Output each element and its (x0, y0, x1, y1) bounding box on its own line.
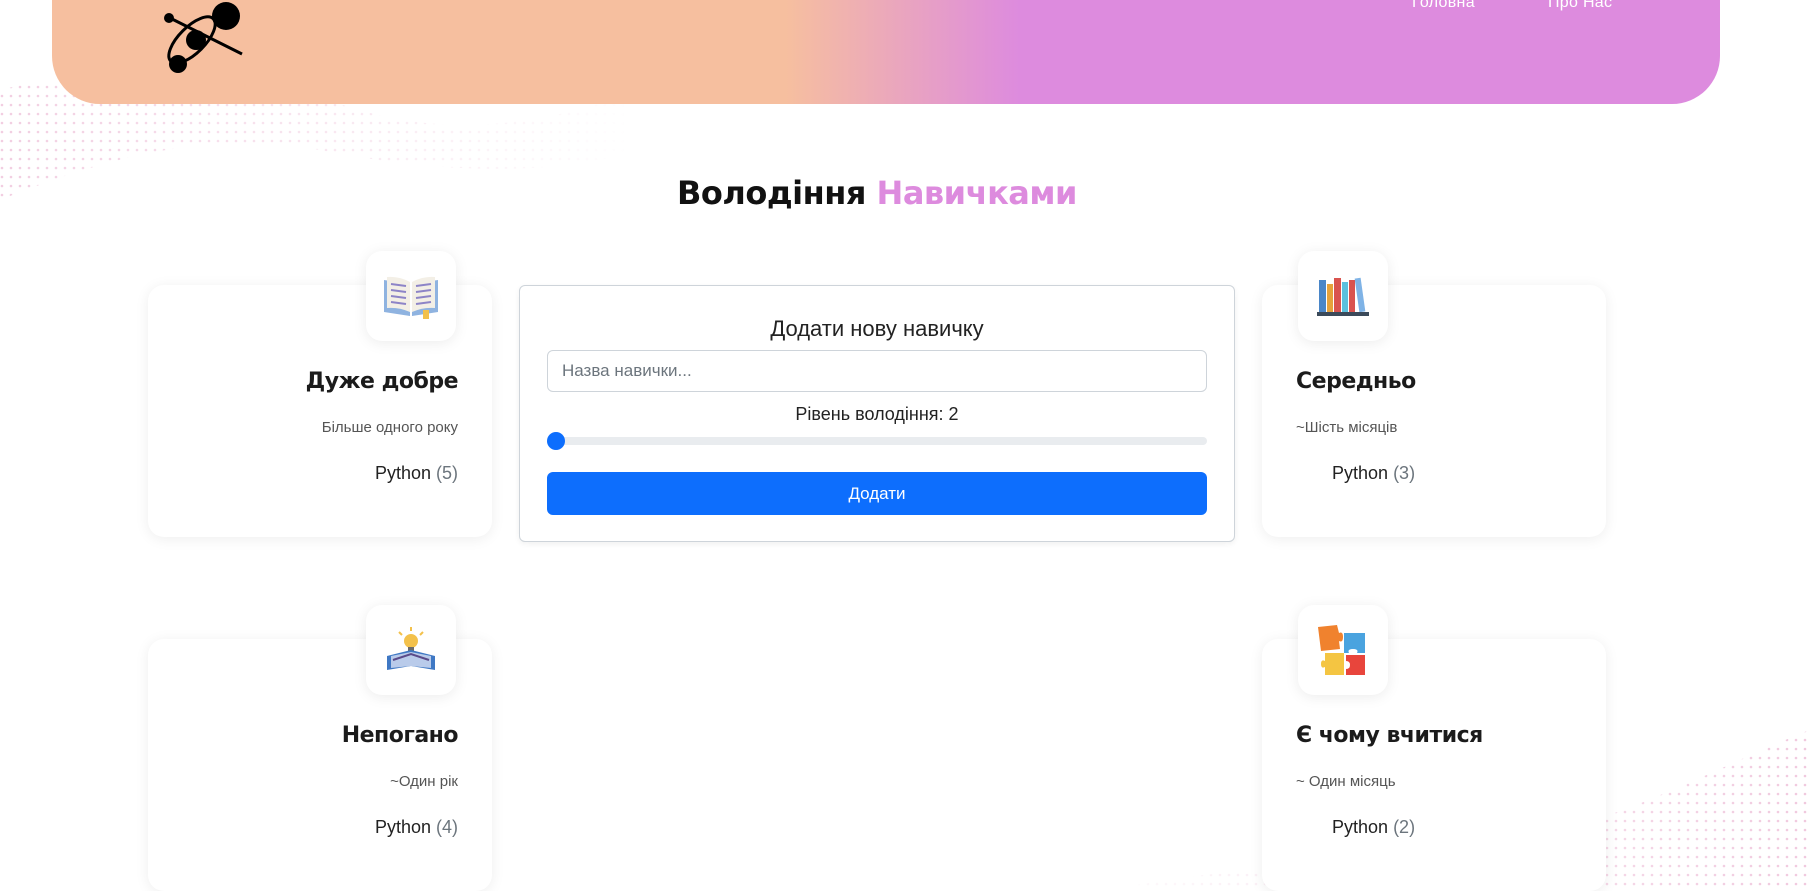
card-subtitle: Більше одного року (321, 419, 458, 436)
form-title: Додати нову навичку (770, 316, 984, 341)
skill-item[interactable]: Python (3) (1332, 463, 1415, 484)
card-title: Середньо (1296, 369, 1416, 394)
skill-card-very-good: Дуже добре Більше одного року Python (5) (148, 251, 492, 537)
add-skill-form: Додати нову навичку Рівень володіння: 2 … (519, 285, 1235, 542)
open-book-icon (384, 276, 438, 319)
skill-card-room-to-learn: Є чому вчитися ~ Один місяць Python (2) (1262, 605, 1606, 891)
skill-count: (4) (436, 817, 458, 837)
card-title: Дуже добре (305, 369, 459, 394)
skill-name: Python (374, 463, 431, 483)
skill-name-input[interactable] (547, 350, 1207, 392)
card-icon-box (1298, 251, 1388, 341)
skill-name: Python (1332, 817, 1389, 837)
card-icon-box (366, 605, 456, 695)
card-title: Непогано (341, 723, 459, 748)
level-slider[interactable] (547, 432, 1207, 450)
card-subtitle: ~Один рік (390, 773, 458, 790)
skill-card-not-bad: Непогано ~Один рік Python (4) (148, 605, 492, 891)
skill-name: Python (374, 817, 431, 837)
card-subtitle: ~Шість місяців (1296, 419, 1398, 436)
card-title: Є чому вчитися (1296, 723, 1483, 748)
atom-logo-icon[interactable] (156, 0, 244, 80)
page-title-main: Володіння (677, 174, 866, 212)
idea-book-icon (387, 627, 435, 670)
card-subtitle: ~ Один місяць (1296, 773, 1396, 790)
page-title-accent: Навичками (876, 174, 1078, 212)
puzzle-icon (1318, 625, 1365, 675)
skill-name: Python (1332, 463, 1389, 483)
skill-item[interactable]: Python (5) (375, 463, 458, 484)
skill-item[interactable]: Python (2) (1332, 817, 1415, 838)
card-icon-box (1298, 605, 1388, 695)
card-icon-box (366, 251, 456, 341)
nav-about-link[interactable]: Про Нас (1548, 0, 1612, 12)
add-skill-button[interactable]: Додати (547, 472, 1207, 515)
bookshelf-icon (1317, 277, 1369, 316)
nav-home-link[interactable]: Головна (1412, 0, 1475, 12)
slider-thumb[interactable] (547, 432, 565, 450)
level-label: Рівень володіння: 2 (795, 404, 959, 424)
skill-count: (2) (1393, 817, 1416, 837)
skill-count: (3) (1393, 463, 1416, 483)
skill-count: (5) (436, 463, 458, 483)
skill-card-medium: Середньо ~Шість місяців Python (3) (1262, 251, 1606, 537)
site-header: Головна Про Нас (52, 0, 1720, 104)
page-title: Володіння Навичками (0, 174, 1754, 212)
skill-item[interactable]: Python (4) (375, 817, 458, 838)
